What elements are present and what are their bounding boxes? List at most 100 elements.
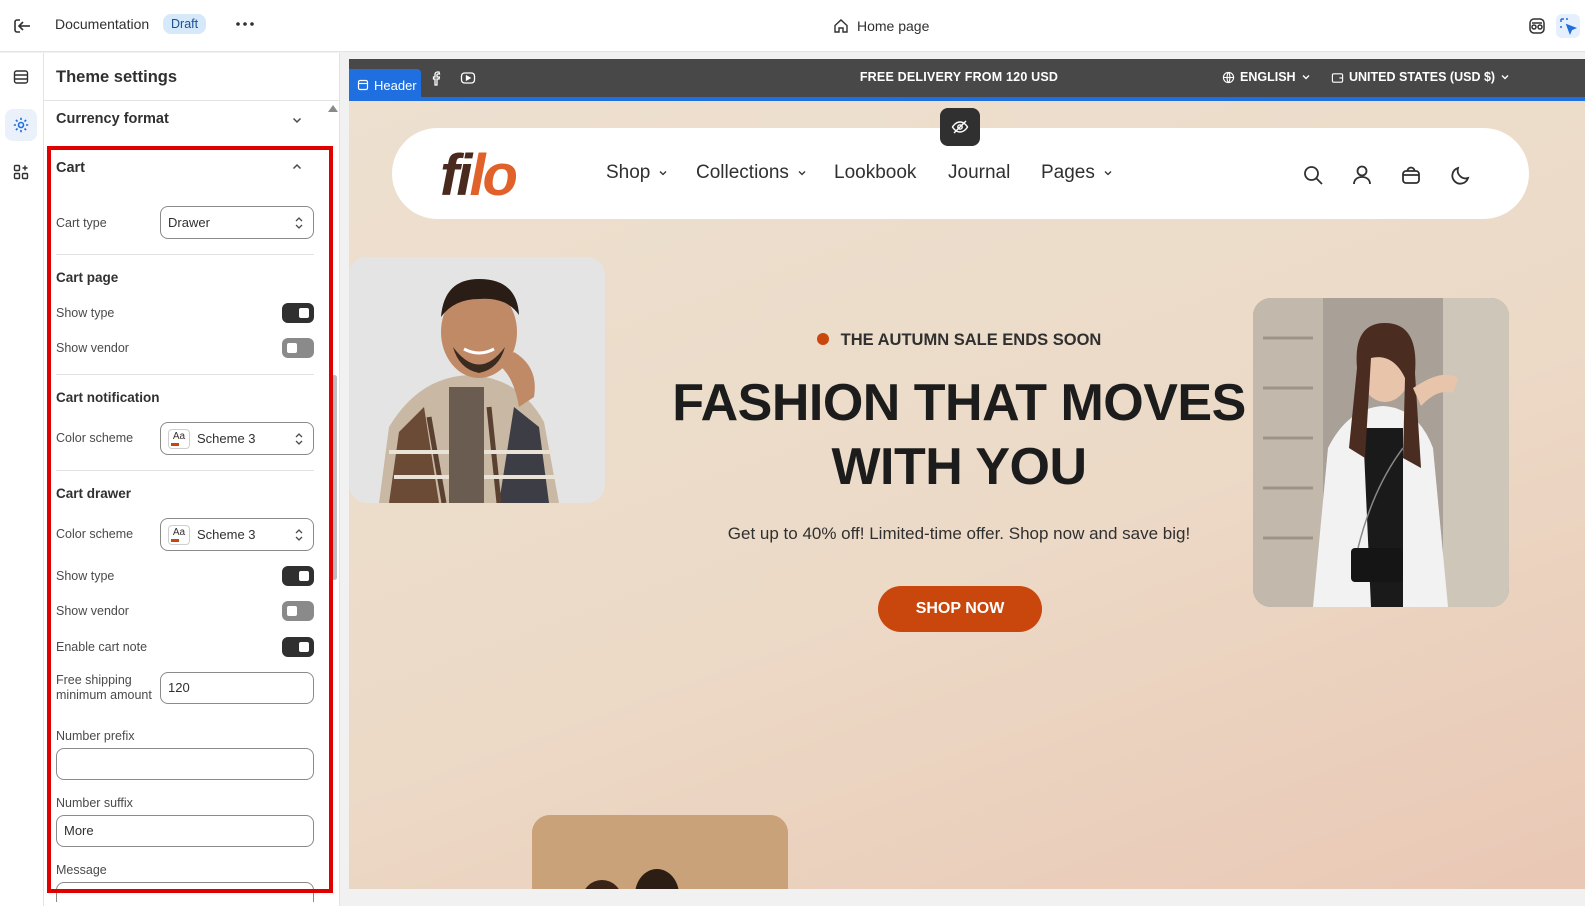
divider [56,374,314,375]
color-scheme-swatch: Aa [168,428,190,449]
hero-headline: FASHION THAT MOVES WITH YOU [349,371,1569,499]
cart-type-value: Drawer [168,215,210,230]
eye-off-icon [951,120,969,134]
cart-page-show-vendor-toggle[interactable] [282,338,314,358]
theme-name[interactable]: Documentation [55,16,149,32]
cart-page-show-type-toggle[interactable] [282,303,314,323]
storefront-preview: FREE DELIVERY FROM 120 USD ENGLISH UNITE… [349,59,1585,889]
selection-outline [349,97,1585,101]
header-section-label: Header [374,77,417,93]
hero-headline-line1: FASHION THAT MOVES [672,374,1246,432]
nav-lookbook[interactable]: Lookbook [834,162,916,184]
nav-collections-label: Collections [696,162,789,183]
cart-drawer-heading: Cart drawer [56,486,132,501]
drawer-color-scheme-select[interactable]: Aa Scheme 3 [160,518,314,551]
section-icon [357,79,369,91]
chevron-down-icon [1302,75,1310,80]
divider [44,100,339,101]
account-icon[interactable] [1351,164,1373,186]
color-scheme-value: Scheme 3 [197,431,256,446]
color-scheme-swatch: Aa [168,524,190,545]
sale-dot-icon [816,333,829,345]
nav-journal[interactable]: Journal [948,162,1010,184]
editor-rail [0,53,44,906]
language-selector[interactable]: ENGLISH [1222,70,1311,84]
hero-image-couple [532,815,788,889]
chevron-down-icon [798,171,806,176]
cart-type-select[interactable]: Drawer [160,206,314,239]
color-scheme-label: Color scheme [56,431,134,445]
divider [56,470,314,471]
nav-lookbook-label: Lookbook [834,162,917,183]
chevron-up-icon[interactable] [291,161,303,173]
show-type-label: Show type [56,569,115,583]
shop-now-button[interactable]: SHOP NOW [878,586,1042,632]
language-label: ENGLISH [1240,70,1296,84]
show-vendor-label: Show vendor [56,341,129,355]
incognito-icon[interactable] [1527,16,1547,36]
message-editor[interactable] [56,882,314,902]
select-arrows-icon [295,217,303,229]
nav-shop[interactable]: Shop [606,162,668,184]
scroll-up-arrow[interactable] [328,105,338,112]
home-icon [834,19,848,33]
globe-icon [1222,71,1235,83]
dark-mode-moon-icon[interactable] [1450,164,1472,186]
more-horizontal-icon[interactable] [234,14,256,34]
cart-accordion[interactable]: Cart [56,160,85,176]
message-label: Message [56,863,107,877]
cart-note-toggle[interactable] [282,637,314,657]
chevron-down-icon [1501,75,1509,80]
scrollbar-thumb[interactable] [332,375,337,580]
show-vendor-label: Show vendor [56,604,129,618]
apps-icon[interactable] [5,156,37,188]
brand-logo[interactable]: filo [440,142,518,209]
sections-icon[interactable] [5,61,37,93]
select-arrows-icon [295,433,303,445]
draft-badge: Draft [163,14,207,34]
page-selector-label: Home page [857,18,930,34]
currency-selector[interactable]: UNITED STATES (USD $) [1331,70,1510,84]
announcement-bar[interactable]: FREE DELIVERY FROM 120 USD ENGLISH UNITE… [349,59,1585,97]
cart-note-label: Enable cart note [56,640,148,654]
free-shipping-input[interactable]: 120 [160,672,314,704]
nav-shop-label: Shop [606,162,651,183]
cart-drawer-show-type-toggle[interactable] [282,566,314,586]
show-type-label: Show type [56,306,115,320]
nav-journal-label: Journal [948,162,1011,183]
top-bar: Documentation Draft Home page [0,0,1585,52]
number-suffix-input[interactable]: More [56,815,314,847]
search-icon[interactable] [1302,164,1324,186]
settings-gear-icon[interactable] [5,109,37,141]
number-suffix-label: Number suffix [56,796,133,810]
nav-pages-label: Pages [1041,162,1095,183]
chevron-down-icon[interactable] [291,114,303,126]
cart-notification-heading: Cart notification [56,390,160,405]
divider [56,254,314,255]
cart-type-label: Cart type [56,216,107,230]
exit-icon[interactable] [10,14,34,38]
nav-pages[interactable]: Pages [1041,162,1113,184]
sale-eyebrow: THE AUTUMN SALE ENDS SOON [349,331,1569,350]
cart-bag-icon[interactable] [1400,164,1422,186]
chevron-down-icon [659,171,667,176]
hide-section-button[interactable] [940,108,980,146]
wallet-icon [1331,72,1344,83]
select-cursor-icon[interactable] [1556,14,1580,38]
select-arrows-icon [295,529,303,541]
color-scheme-label: Color scheme [56,527,134,541]
hero-subheading: Get up to 40% off! Limited-time offer. S… [727,524,1191,543]
sale-eyebrow-text: THE AUTUMN SALE ENDS SOON [840,331,1102,349]
currency-format-accordion[interactable]: Currency format [56,111,169,127]
number-prefix-label: Number prefix [56,729,135,743]
nav-collections[interactable]: Collections [696,162,807,184]
notification-color-scheme-select[interactable]: Aa Scheme 3 [160,422,314,455]
hero-headline-line2: WITH YOU [831,438,1087,496]
header-section-tag[interactable]: Header [349,69,421,101]
color-scheme-value: Scheme 3 [197,527,256,542]
page-selector[interactable]: Home page [833,15,929,37]
panel-title: Theme settings [56,68,178,86]
cart-drawer-show-vendor-toggle[interactable] [282,601,314,621]
chevron-down-icon [1104,171,1112,176]
number-prefix-input[interactable] [56,748,314,780]
